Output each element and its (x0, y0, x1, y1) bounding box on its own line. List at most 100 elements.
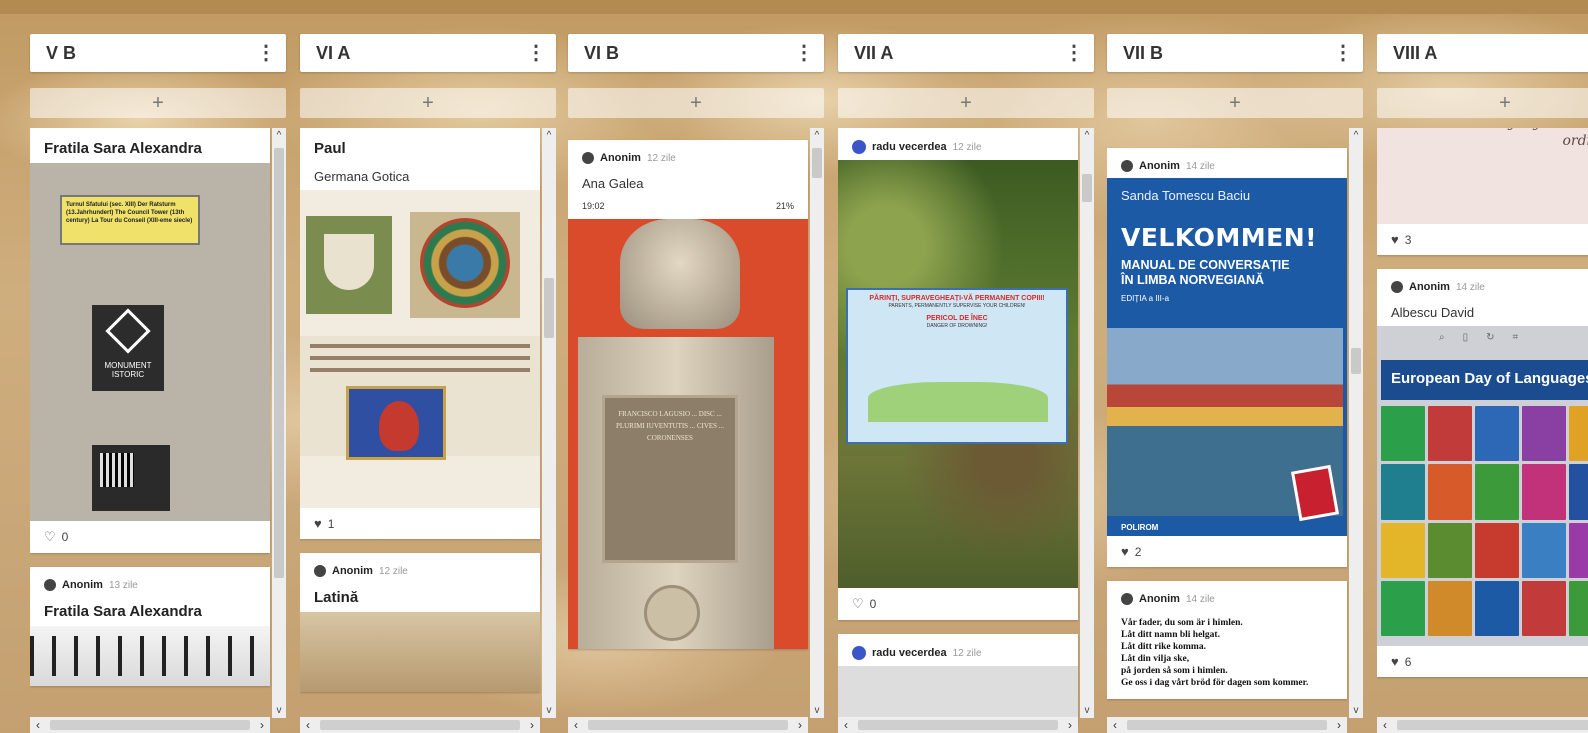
column-scroll-area[interactable]: Paul Germana Gotica ♥ 1 Anonim 12 zile L… (300, 128, 556, 733)
post-card[interactable]: Anonim 13 zile Fratila Sara Alexandra (30, 567, 270, 686)
horizontal-scrollbar[interactable]: ‹ › (838, 717, 1078, 733)
scroll-left-icon[interactable]: ‹ (844, 718, 848, 732)
post-card[interactable]: Anonim 14 zile Sanda Tomescu Baciu VELKOM… (1107, 148, 1347, 567)
scroll-right-icon[interactable]: › (260, 718, 264, 732)
vertical-scrollbar[interactable]: ^ v (810, 128, 824, 718)
scroll-down-icon[interactable]: v (1349, 705, 1363, 716)
scroll-left-icon[interactable]: ‹ (1113, 718, 1117, 732)
horizontal-scrollbar[interactable]: ‹ › (568, 717, 808, 733)
scroll-left-icon[interactable]: ‹ (36, 718, 40, 732)
scroll-up-icon[interactable]: ^ (1080, 130, 1094, 141)
column-menu-icon[interactable]: ⋮ (526, 43, 546, 63)
add-post-button[interactable]: + (30, 88, 286, 118)
column-scroll-area[interactable]: radu vecerdea 12 zile PĂRINȚI, SUPRAVEGHE… (838, 128, 1094, 733)
viewer-toolbar: ⌕ ▯ ↻ ⌗ (1377, 326, 1588, 350)
column-header: VII A ⋮ (838, 34, 1094, 72)
add-post-button[interactable]: + (838, 88, 1094, 118)
phone-status-bar: 19:02 21% (582, 201, 794, 211)
scroll-up-icon[interactable]: ^ (810, 130, 824, 141)
post-card[interactable]: Anonim 14 zile Albescu David ⌕ ▯ ↻ ⌗ Euro… (1377, 269, 1588, 677)
user-avatar-icon (852, 646, 866, 660)
add-post-button[interactable]: + (300, 88, 556, 118)
vertical-scrollbar[interactable]: ^ v (1349, 128, 1363, 718)
bust-sculpture-image (620, 219, 740, 329)
scroll-thumb[interactable] (858, 720, 1058, 730)
scroll-up-icon[interactable]: ^ (1349, 130, 1363, 141)
like-heart-icon[interactable]: ♡ (852, 596, 864, 612)
column-v-b: V B ⋮ + Fratila Sara Alexandra Turnul Sf… (30, 34, 286, 733)
column-menu-icon[interactable]: ⋮ (256, 43, 276, 63)
scroll-right-icon[interactable]: › (1068, 718, 1072, 732)
scroll-thumb[interactable] (1082, 174, 1092, 202)
scroll-left-icon[interactable]: ‹ (306, 718, 310, 732)
post-author: Anonim 14 zile (1121, 160, 1333, 172)
column-scroll-area[interactable]: Anonim 12 zile Ana Galea 19:02 21% FRANCIS… (568, 128, 824, 733)
post-card[interactable]: Anonim 12 zile Ana Galea 19:02 21% FRANCIS… (568, 140, 808, 649)
vertical-scrollbar[interactable]: ^ v (272, 128, 286, 718)
column-menu-icon[interactable]: ⋮ (1064, 43, 1084, 63)
horizontal-scrollbar[interactable]: ‹ › (1107, 717, 1347, 733)
heraldic-shield-image (306, 216, 392, 314)
post-image: ⌕ ▯ ↻ ⌗ European Day of Languages (1377, 326, 1588, 646)
post-card[interactable]: Anonim 12 zile Latină (300, 553, 540, 692)
like-heart-icon[interactable]: ♥ (1391, 654, 1399, 669)
scroll-down-icon[interactable]: v (542, 705, 556, 716)
add-post-button[interactable]: + (1377, 88, 1588, 118)
post-author: Anonim 12 zile (582, 152, 794, 164)
column-header: VIII A (1377, 34, 1588, 72)
scroll-thumb[interactable] (1351, 348, 1361, 374)
scroll-thumb[interactable] (320, 720, 520, 730)
horizontal-scrollbar[interactable]: ‹ › (300, 717, 540, 733)
scroll-left-icon[interactable]: ‹ (1383, 718, 1387, 732)
book-subtitle-2: ÎN LIMBA NORVEGIANĂ (1121, 273, 1265, 287)
scroll-right-icon[interactable]: › (1337, 718, 1341, 732)
post-footer: ♥ 6 (1377, 646, 1588, 677)
scroll-down-icon[interactable]: v (810, 705, 824, 716)
post-card[interactable]: radu vecerdea 12 zile (838, 634, 1078, 726)
post-card[interactable]: radu vecerdea 12 zile PĂRINȚI, SUPRAVEGHE… (838, 128, 1078, 620)
add-post-button[interactable]: + (1107, 88, 1363, 118)
medallion-image (644, 585, 700, 641)
vertical-scrollbar[interactable]: ^ v (542, 128, 556, 718)
scroll-thumb[interactable] (50, 720, 250, 730)
post-author: Anonim 14 zile (1391, 281, 1588, 293)
post-author: Anonim 12 zile (314, 565, 526, 577)
scroll-up-icon[interactable]: ^ (272, 130, 286, 141)
column-menu-icon[interactable]: ⋮ (794, 43, 814, 63)
scroll-down-icon[interactable]: v (1080, 705, 1094, 716)
column-vi-b: VI B ⋮ + Anonim 12 zile Ana Galea 19:02 21… (568, 34, 824, 733)
like-heart-icon[interactable]: ♥ (1391, 232, 1399, 247)
scroll-thumb[interactable] (274, 148, 284, 578)
scroll-up-icon[interactable]: ^ (542, 130, 556, 141)
tower-sign: Turnul Sfatului (sec. XIII) Der Ratsturm… (60, 195, 200, 245)
like-heart-icon[interactable]: ♥ (314, 516, 322, 531)
like-count: 0 (869, 597, 877, 611)
post-card[interactable]: Paul Germana Gotica ♥ 1 (300, 128, 540, 539)
like-heart-icon[interactable]: ♥ (1121, 544, 1129, 559)
scroll-right-icon[interactable]: › (798, 718, 802, 732)
post-card[interactable]: Make everyday a little less ordinary ♥ 3 (1377, 128, 1588, 255)
scroll-thumb[interactable] (544, 278, 554, 338)
column-scroll-area[interactable]: Anonim 14 zile Sanda Tomescu Baciu VELKOM… (1107, 128, 1363, 733)
add-post-button[interactable]: + (568, 88, 824, 118)
anonymous-avatar-icon (1121, 160, 1133, 172)
column-scroll-area[interactable]: Make everyday a little less ordinary ♥ 3… (1377, 128, 1588, 733)
like-heart-icon[interactable]: ♡ (44, 529, 56, 545)
post-card[interactable]: Anonim 14 zile Vår fader, du som är i him… (1107, 581, 1347, 699)
horizontal-scrollbar[interactable]: ‹ › (1377, 717, 1588, 733)
scroll-thumb[interactable] (588, 720, 788, 730)
post-footer: ♥ 1 (300, 508, 540, 539)
column-scroll-area[interactable]: Fratila Sara Alexandra Turnul Sfatului (… (30, 128, 286, 733)
scroll-down-icon[interactable]: v (272, 705, 286, 716)
scroll-thumb[interactable] (1397, 720, 1588, 730)
post-image (300, 190, 540, 508)
post-footer: ♡ 0 (30, 521, 270, 553)
scroll-thumb[interactable] (812, 148, 822, 178)
scroll-thumb[interactable] (1127, 720, 1327, 730)
vertical-scrollbar[interactable]: ^ v (1080, 128, 1094, 718)
scroll-left-icon[interactable]: ‹ (574, 718, 578, 732)
scroll-right-icon[interactable]: › (530, 718, 534, 732)
post-card[interactable]: Fratila Sara Alexandra Turnul Sfatului (… (30, 128, 270, 553)
horizontal-scrollbar[interactable]: ‹ › (30, 717, 270, 733)
column-menu-icon[interactable]: ⋮ (1333, 43, 1353, 63)
